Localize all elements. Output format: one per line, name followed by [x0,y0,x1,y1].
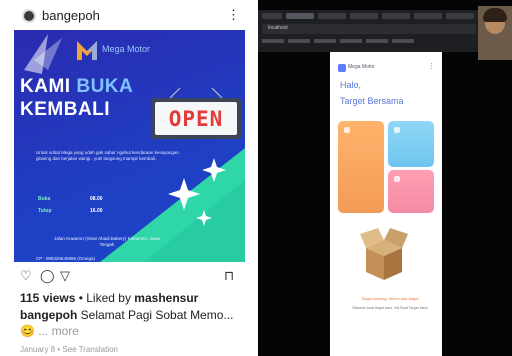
empty-box-icon [360,228,408,280]
headline-line-1: KAMI BUKA [20,76,133,98]
address-bar-text: localhost [268,25,288,31]
views-count: 115 views [20,291,76,305]
card-icon [394,176,400,182]
liked-by-prefix: • Liked by [75,291,135,305]
address-text: Jalan Kuwaron (Sinar Abadi Bakery) Kebum… [54,236,160,247]
target-title: Target Bersama [340,96,404,106]
heart-icon[interactable]: ♡ [20,268,32,284]
bookmarks-bar[interactable] [262,37,476,45]
headline-word-2: BUKA [76,76,134,97]
hours-label: Tutup [38,208,52,214]
card-icon [394,127,400,133]
app-logo-text: Mega Motor [348,64,375,70]
hours-row: Tutup 16.00 [38,208,148,220]
empty-state-link[interactable]: Silahkan buat target baru, klik Buat Tar… [338,306,442,310]
app-menu-icon[interactable]: ⋮ [428,62,435,70]
card-icon [344,127,350,133]
views-line: 115 views • Liked by mashensur [20,291,198,305]
post-meta: January 8 • See Translation [20,345,118,354]
webcam-person-hair [483,8,507,22]
bookmark-icon[interactable]: ⊓ [224,268,234,284]
hours-row: Buka 08.00 [38,196,148,208]
post-header [0,0,246,30]
post-action-bar: ♡ ◯ ▽ ⊓ [20,268,240,286]
post-body-text: Untuk sobat Mega yang udah gak sabar nge… [36,150,179,161]
app-logo-icon [338,64,346,72]
post-image: Mega Motor KAMI BUKA KEMBALI OPEN Untuk … [14,30,245,262]
hours-value: 08.00 [90,196,103,202]
target-card-orange[interactable] [338,121,384,213]
hours-label: Buka [38,196,51,202]
comment-icon[interactable]: ◯ [40,268,55,284]
caption-text: Selamat Pagi Sobat Memo... [77,308,234,322]
target-card-blue[interactable] [388,121,434,167]
brand-logo-icon [77,41,97,60]
greeting: Halo, [340,80,362,90]
address-bar[interactable] [262,24,476,34]
liked-by-user[interactable]: mashensur [134,291,198,305]
post-caption: bangepoh Selamat Pagi Sobat Memo... 😊 ...… [20,307,240,339]
vertical-ellipsis-icon[interactable]: ⋮ [227,7,240,23]
teal-decoration [24,34,245,262]
target-card-pink[interactable] [388,170,434,213]
caption-more-link[interactable]: ... more [38,324,79,338]
post-username[interactable]: bangepoh [42,8,100,23]
opening-hours: Buka 08.00 Tutup 16.00 [38,196,148,220]
hours-value: 16.00 [90,208,103,214]
brand-name: Mega Motor [102,44,151,54]
phone-text: CP : 085326645996 (Omega) [36,256,95,261]
browser-tab-strip[interactable] [262,12,476,20]
headline-word-1: KAMI [20,76,71,97]
avatar[interactable] [22,9,36,23]
open-sign-text: OPEN [168,107,224,131]
empty-state-message: Target kosong, belum ada target [361,296,419,301]
caption-emoji: 😊 [20,324,35,338]
caption-username[interactable]: bangepoh [20,308,77,322]
send-icon[interactable]: ▽ [60,268,70,284]
headline-line-2: KEMBALI [20,99,111,120]
